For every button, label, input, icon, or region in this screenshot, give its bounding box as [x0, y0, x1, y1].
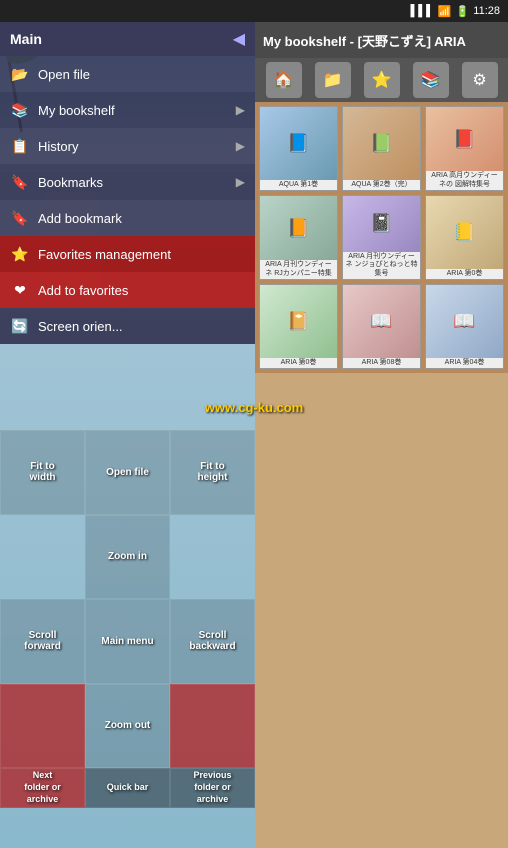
toolbar-book-button[interactable]: 📚: [413, 62, 449, 98]
book-title: ARIA 月刊ウンディーネ ンジョぴとねっと特集号: [343, 252, 420, 279]
empty-cell-1: [0, 515, 85, 600]
red-cell-1: [0, 684, 85, 769]
menu-item-history[interactable]: 📋 History ▶: [0, 128, 255, 164]
menu-label-bookmarks: Bookmarks: [38, 175, 228, 190]
bookshelf-header: My bookshelf - [天野こずえ] ARIA: [255, 22, 508, 58]
book-title: ARIA 月刊ウンディーネ RJカンパニー特集: [260, 260, 337, 279]
menu-label-history: History: [38, 139, 228, 154]
submenu-arrow: ▶: [236, 139, 245, 153]
menu-label-open-file: Open file: [38, 67, 245, 82]
book-cover: 📔: [260, 285, 337, 358]
next-folder-button[interactable]: Nextfolder orarchive: [0, 768, 85, 808]
watermark: www.cg-ku.com: [0, 400, 508, 415]
book-title: ARIA 第0巻: [426, 269, 503, 279]
status-bar: ▌▌▌ 📶 🔋 11:28: [0, 0, 508, 22]
bookshelf-icon: 📚: [10, 100, 30, 120]
book-item[interactable]: 📒 ARIA 第0巻: [425, 195, 504, 280]
action-grid: Fit towidth Open file Fit toheight Zoom …: [0, 430, 255, 768]
menu-label-add-bookmark: Add bookmark: [38, 211, 245, 226]
book-title: ARIA 第04巻: [426, 358, 503, 368]
wifi-icon: 📶: [438, 5, 452, 18]
book-item[interactable]: 📘 AQUA 第1巻: [259, 106, 338, 191]
zoom-in-button[interactable]: Zoom in: [85, 515, 170, 600]
menu-label-my-bookshelf: My bookshelf: [38, 103, 228, 118]
book-cover: 📖: [343, 285, 420, 358]
fit-to-width-button[interactable]: Fit towidth: [0, 430, 85, 515]
book-title: AQUA 第1巻: [260, 180, 337, 190]
menu-label-add-to-favorites: Add to favorites: [38, 283, 245, 298]
signal-icon: ▌▌▌: [410, 5, 433, 17]
toolbar-folder-button[interactable]: 📁: [315, 62, 351, 98]
menu-item-my-bookshelf[interactable]: 📚 My bookshelf ▶: [0, 92, 255, 128]
book-cover: 📓: [343, 196, 420, 252]
book-cover: 📕: [426, 107, 503, 171]
menu-item-favorites-management[interactable]: ⭐ Favorites management: [0, 236, 255, 272]
menu-item-screen-orientation[interactable]: 🔄 Screen orien...: [0, 308, 255, 344]
book-item[interactable]: 📖 ARIA 第08巻: [342, 284, 421, 369]
book-item[interactable]: 📔 ARIA 第0巻: [259, 284, 338, 369]
toolbar-home-button[interactable]: 🏠: [266, 62, 302, 98]
menu-label-favorites-management: Favorites management: [38, 247, 245, 262]
book-cover: 📗: [343, 107, 420, 180]
open-file-icon: 📂: [10, 64, 30, 84]
scroll-forward-button[interactable]: Scrollforward: [0, 599, 85, 684]
main-menu: Main ◀ 📂 Open file 📚 My bookshelf ▶ 📋 Hi…: [0, 22, 255, 344]
menu-close-arrow[interactable]: ◀: [233, 29, 245, 49]
quick-bar-button[interactable]: Quick bar: [85, 768, 170, 808]
book-cover: 📒: [426, 196, 503, 269]
book-cover: 📙: [260, 196, 337, 260]
open-file-button[interactable]: Open file: [85, 430, 170, 515]
menu-label-screen-orientation: Screen orien...: [38, 319, 245, 334]
book-title: ARIA 第0巻: [260, 358, 337, 368]
toolbar-settings-button[interactable]: ⚙: [462, 62, 498, 98]
screen-orientation-icon: 🔄: [10, 316, 30, 336]
red-cell-2: [170, 684, 255, 769]
menu-item-bookmarks[interactable]: 🔖 Bookmarks ▶: [0, 164, 255, 200]
book-item[interactable]: 📗 AQUA 第2巻（完）: [342, 106, 421, 191]
book-item[interactable]: 📕 ARIA 高月ウンディーネの 図解特集号: [425, 106, 504, 191]
bookshelf-toolbar: 🏠 📁 ⭐ 📚 ⚙: [255, 58, 508, 102]
toolbar-star-button[interactable]: ⭐: [364, 62, 400, 98]
submenu-arrow: ▶: [236, 175, 245, 189]
add-bookmark-icon: 🔖: [10, 208, 30, 228]
bookshelf-title: My bookshelf - [天野こずえ] ARIA: [263, 31, 466, 50]
right-panel: My bookshelf - [天野こずえ] ARIA 🏠 📁 ⭐ 📚 ⚙ 📘 …: [255, 22, 508, 848]
book-item[interactable]: 📖 ARIA 第04巻: [425, 284, 504, 369]
book-title: AQUA 第2巻（完）: [343, 180, 420, 190]
book-title: ARIA 第08巻: [343, 358, 420, 368]
bookmarks-icon: 🔖: [10, 172, 30, 192]
book-cover: 📖: [426, 285, 503, 358]
history-icon: 📋: [10, 136, 30, 156]
add-favorites-icon: ❤: [10, 280, 30, 300]
empty-cell-2: [170, 515, 255, 600]
menu-item-add-bookmark[interactable]: 🔖 Add bookmark: [0, 200, 255, 236]
prev-folder-button[interactable]: Previousfolder orarchive: [170, 768, 255, 808]
book-cover: 📘: [260, 107, 337, 180]
menu-header: Main ◀: [0, 22, 255, 56]
menu-header-title: Main: [10, 31, 42, 47]
zoom-out-button[interactable]: Zoom out: [85, 684, 170, 769]
favorites-mgmt-icon: ⭐: [10, 244, 30, 264]
book-grid: 📘 AQUA 第1巻 📗 AQUA 第2巻（完） 📕 ARIA 高月ウンディーネ…: [255, 102, 508, 373]
fit-to-height-button[interactable]: Fit toheight: [170, 430, 255, 515]
menu-item-add-to-favorites[interactable]: ❤ Add to favorites: [0, 272, 255, 308]
submenu-arrow: ▶: [236, 103, 245, 117]
scroll-backward-button[interactable]: Scrollbackward: [170, 599, 255, 684]
status-icons: ▌▌▌ 📶 🔋 11:28: [410, 5, 500, 18]
book-item[interactable]: 📙 ARIA 月刊ウンディーネ RJカンパニー特集: [259, 195, 338, 280]
menu-item-open-file[interactable]: 📂 Open file: [0, 56, 255, 92]
main-menu-button[interactable]: Main menu: [85, 599, 170, 684]
battery-icon: 🔋: [456, 5, 470, 18]
book-title: ARIA 高月ウンディーネの 図解特集号: [426, 171, 503, 190]
book-item[interactable]: 📓 ARIA 月刊ウンディーネ ンジョぴとねっと特集号: [342, 195, 421, 280]
bottom-labels: Nextfolder orarchive Quick bar Previousf…: [0, 768, 255, 848]
time-display: 11:28: [473, 5, 500, 17]
